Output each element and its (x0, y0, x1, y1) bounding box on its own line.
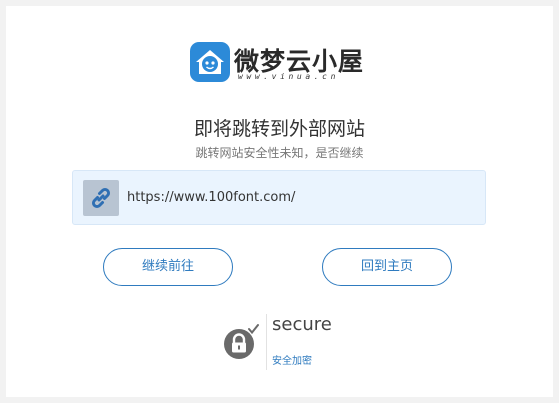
target-url-link[interactable]: https://www.100font.com/ (127, 190, 295, 205)
logo-domain: www.vinua.cn (238, 72, 339, 81)
link-chain-icon (91, 187, 111, 209)
page-subtitle: 跳转网站安全性未知，是否继续 (195, 146, 364, 160)
padlock-check-icon (224, 324, 259, 359)
page-title: 即将跳转到外部网站 (193, 118, 365, 140)
target-url-box: https://www.100font.com/ (72, 170, 486, 225)
site-logo[interactable]: 微梦云小屋 www.vinua.cn (190, 42, 374, 86)
secure-subtitle: 安全加密 (272, 356, 312, 367)
home-button[interactable]: 回到主页 (322, 248, 452, 286)
house-face-icon (190, 42, 230, 82)
secure-title: secure (272, 314, 332, 335)
link-icon-container (83, 180, 119, 216)
continue-button[interactable]: 继续前往 (103, 248, 233, 286)
secure-divider (266, 314, 267, 370)
redirect-card: 微梦云小屋 www.vinua.cn 即将跳转到外部网站 跳转网站安全性未知，是… (6, 6, 553, 397)
